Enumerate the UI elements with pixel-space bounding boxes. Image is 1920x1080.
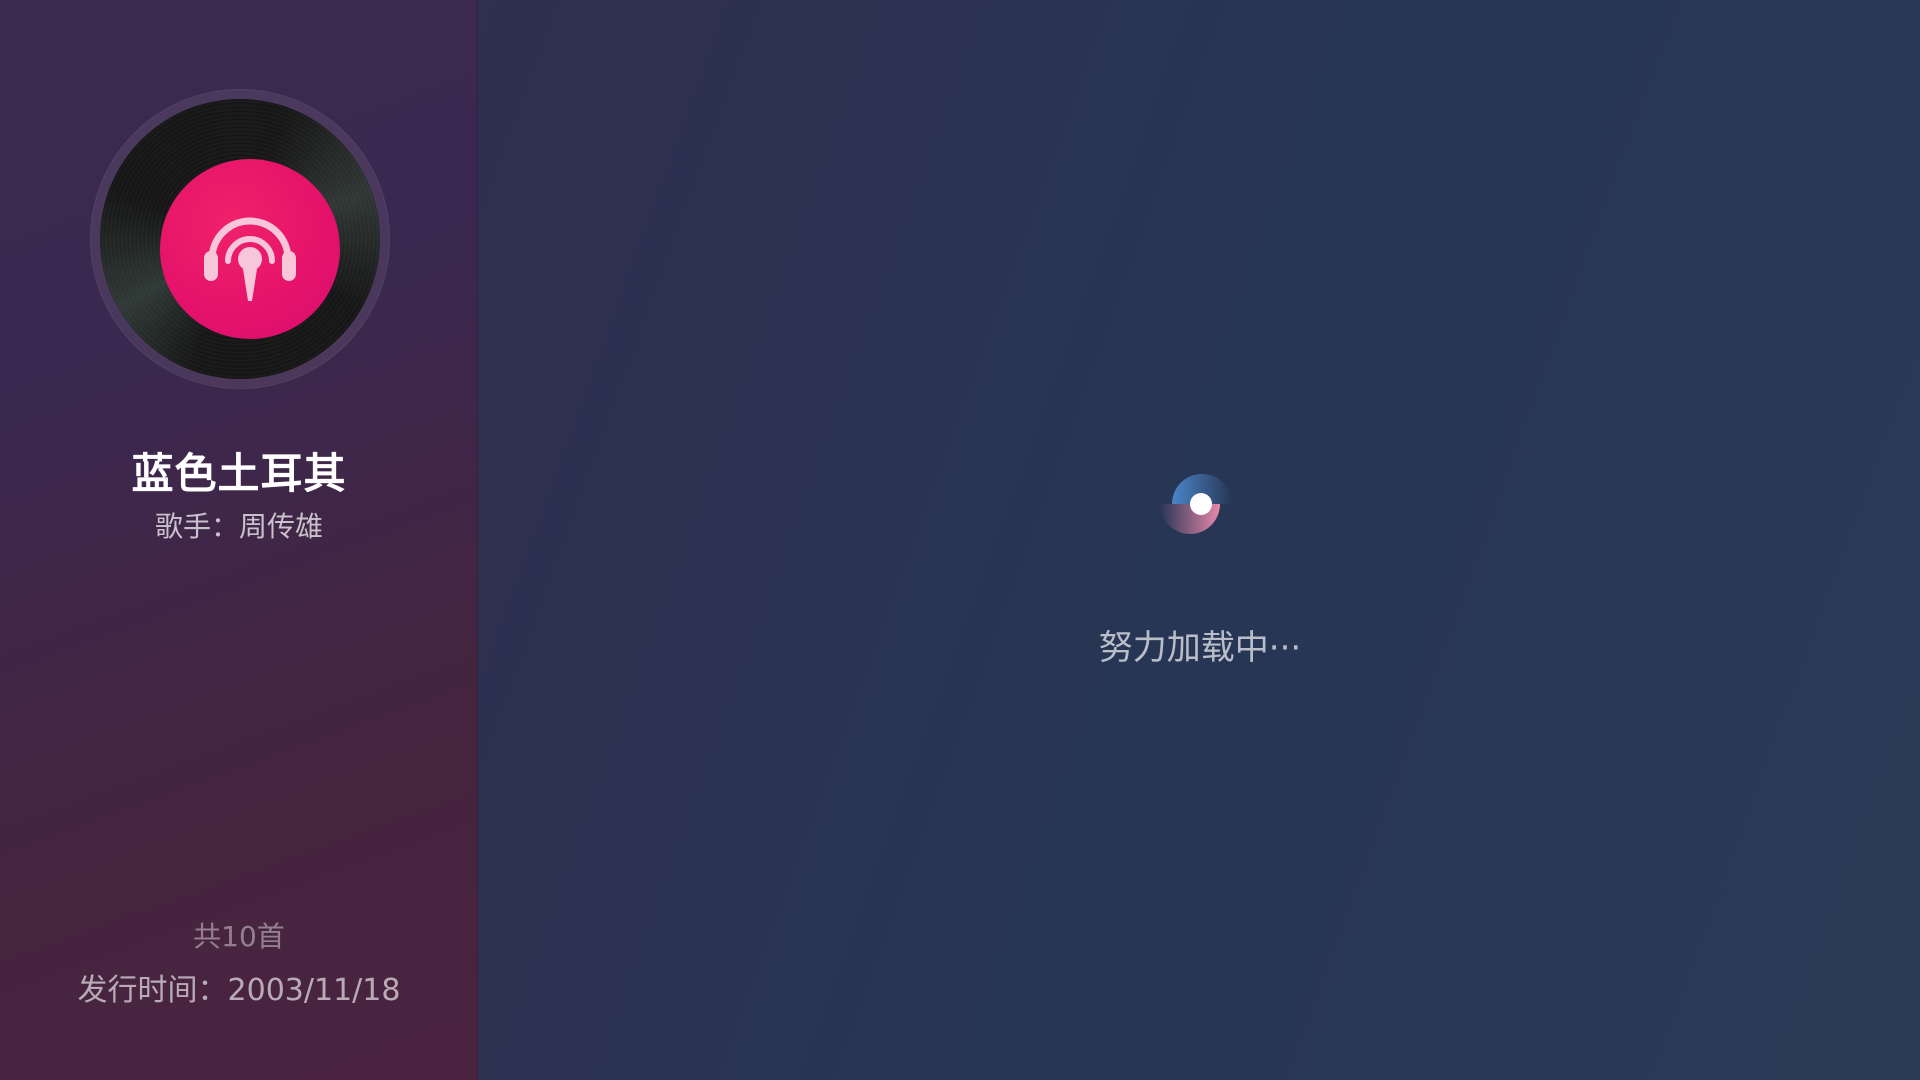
singer-name: 歌手：周传雄 xyxy=(154,510,323,543)
album-title: 蓝色土耳其 xyxy=(131,449,347,498)
vinyl-label xyxy=(160,159,340,339)
podcast-headphones-icon xyxy=(204,217,296,301)
loading-text: 努力加载中··· xyxy=(1098,628,1302,668)
album-cover-disc xyxy=(91,90,389,388)
release-date: 发行时间：2003/11/18 xyxy=(77,973,401,1008)
album-info-panel: 蓝色土耳其 歌手：周传雄 共10首 发行时间：2003/11/18 xyxy=(0,0,478,1080)
vinyl-record xyxy=(100,99,380,379)
loading-spinner-icon xyxy=(1150,462,1250,552)
track-count: 共10首 xyxy=(193,920,285,953)
